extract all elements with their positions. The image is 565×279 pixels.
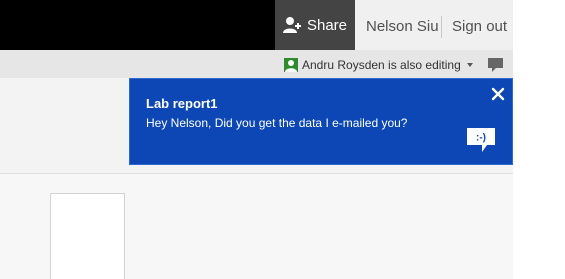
caret-down-icon (466, 63, 473, 67)
user-presence-icon (284, 58, 298, 72)
coauthor-editing-text: Andru Roysden is also editing (302, 58, 461, 72)
close-icon[interactable] (490, 86, 506, 102)
reply-emoticon: :-) (476, 133, 486, 144)
share-button[interactable]: Share (275, 0, 355, 50)
chat-bubble-icon[interactable] (488, 58, 503, 77)
document-page (50, 193, 125, 279)
coauthor-presence[interactable]: Andru Roysden is also editing (284, 58, 473, 72)
web-app: Share Nelson Siu Sign out Andru Roysden … (0, 0, 513, 279)
add-person-icon (282, 16, 301, 34)
user-name-link[interactable]: Nelson Siu (366, 0, 439, 50)
coauthor-message-notification: Lab report1 Hey Nelson, Did you get the … (129, 78, 513, 165)
notification-title: Lab report1 (146, 96, 218, 111)
notification-message: Hey Nelson, Did you get the data I e-mai… (146, 116, 408, 130)
chat-reply-icon[interactable]: :-) (466, 127, 496, 158)
header-divider (441, 16, 442, 38)
share-label: Share (306, 16, 348, 34)
sign-out-link[interactable]: Sign out (452, 0, 507, 50)
